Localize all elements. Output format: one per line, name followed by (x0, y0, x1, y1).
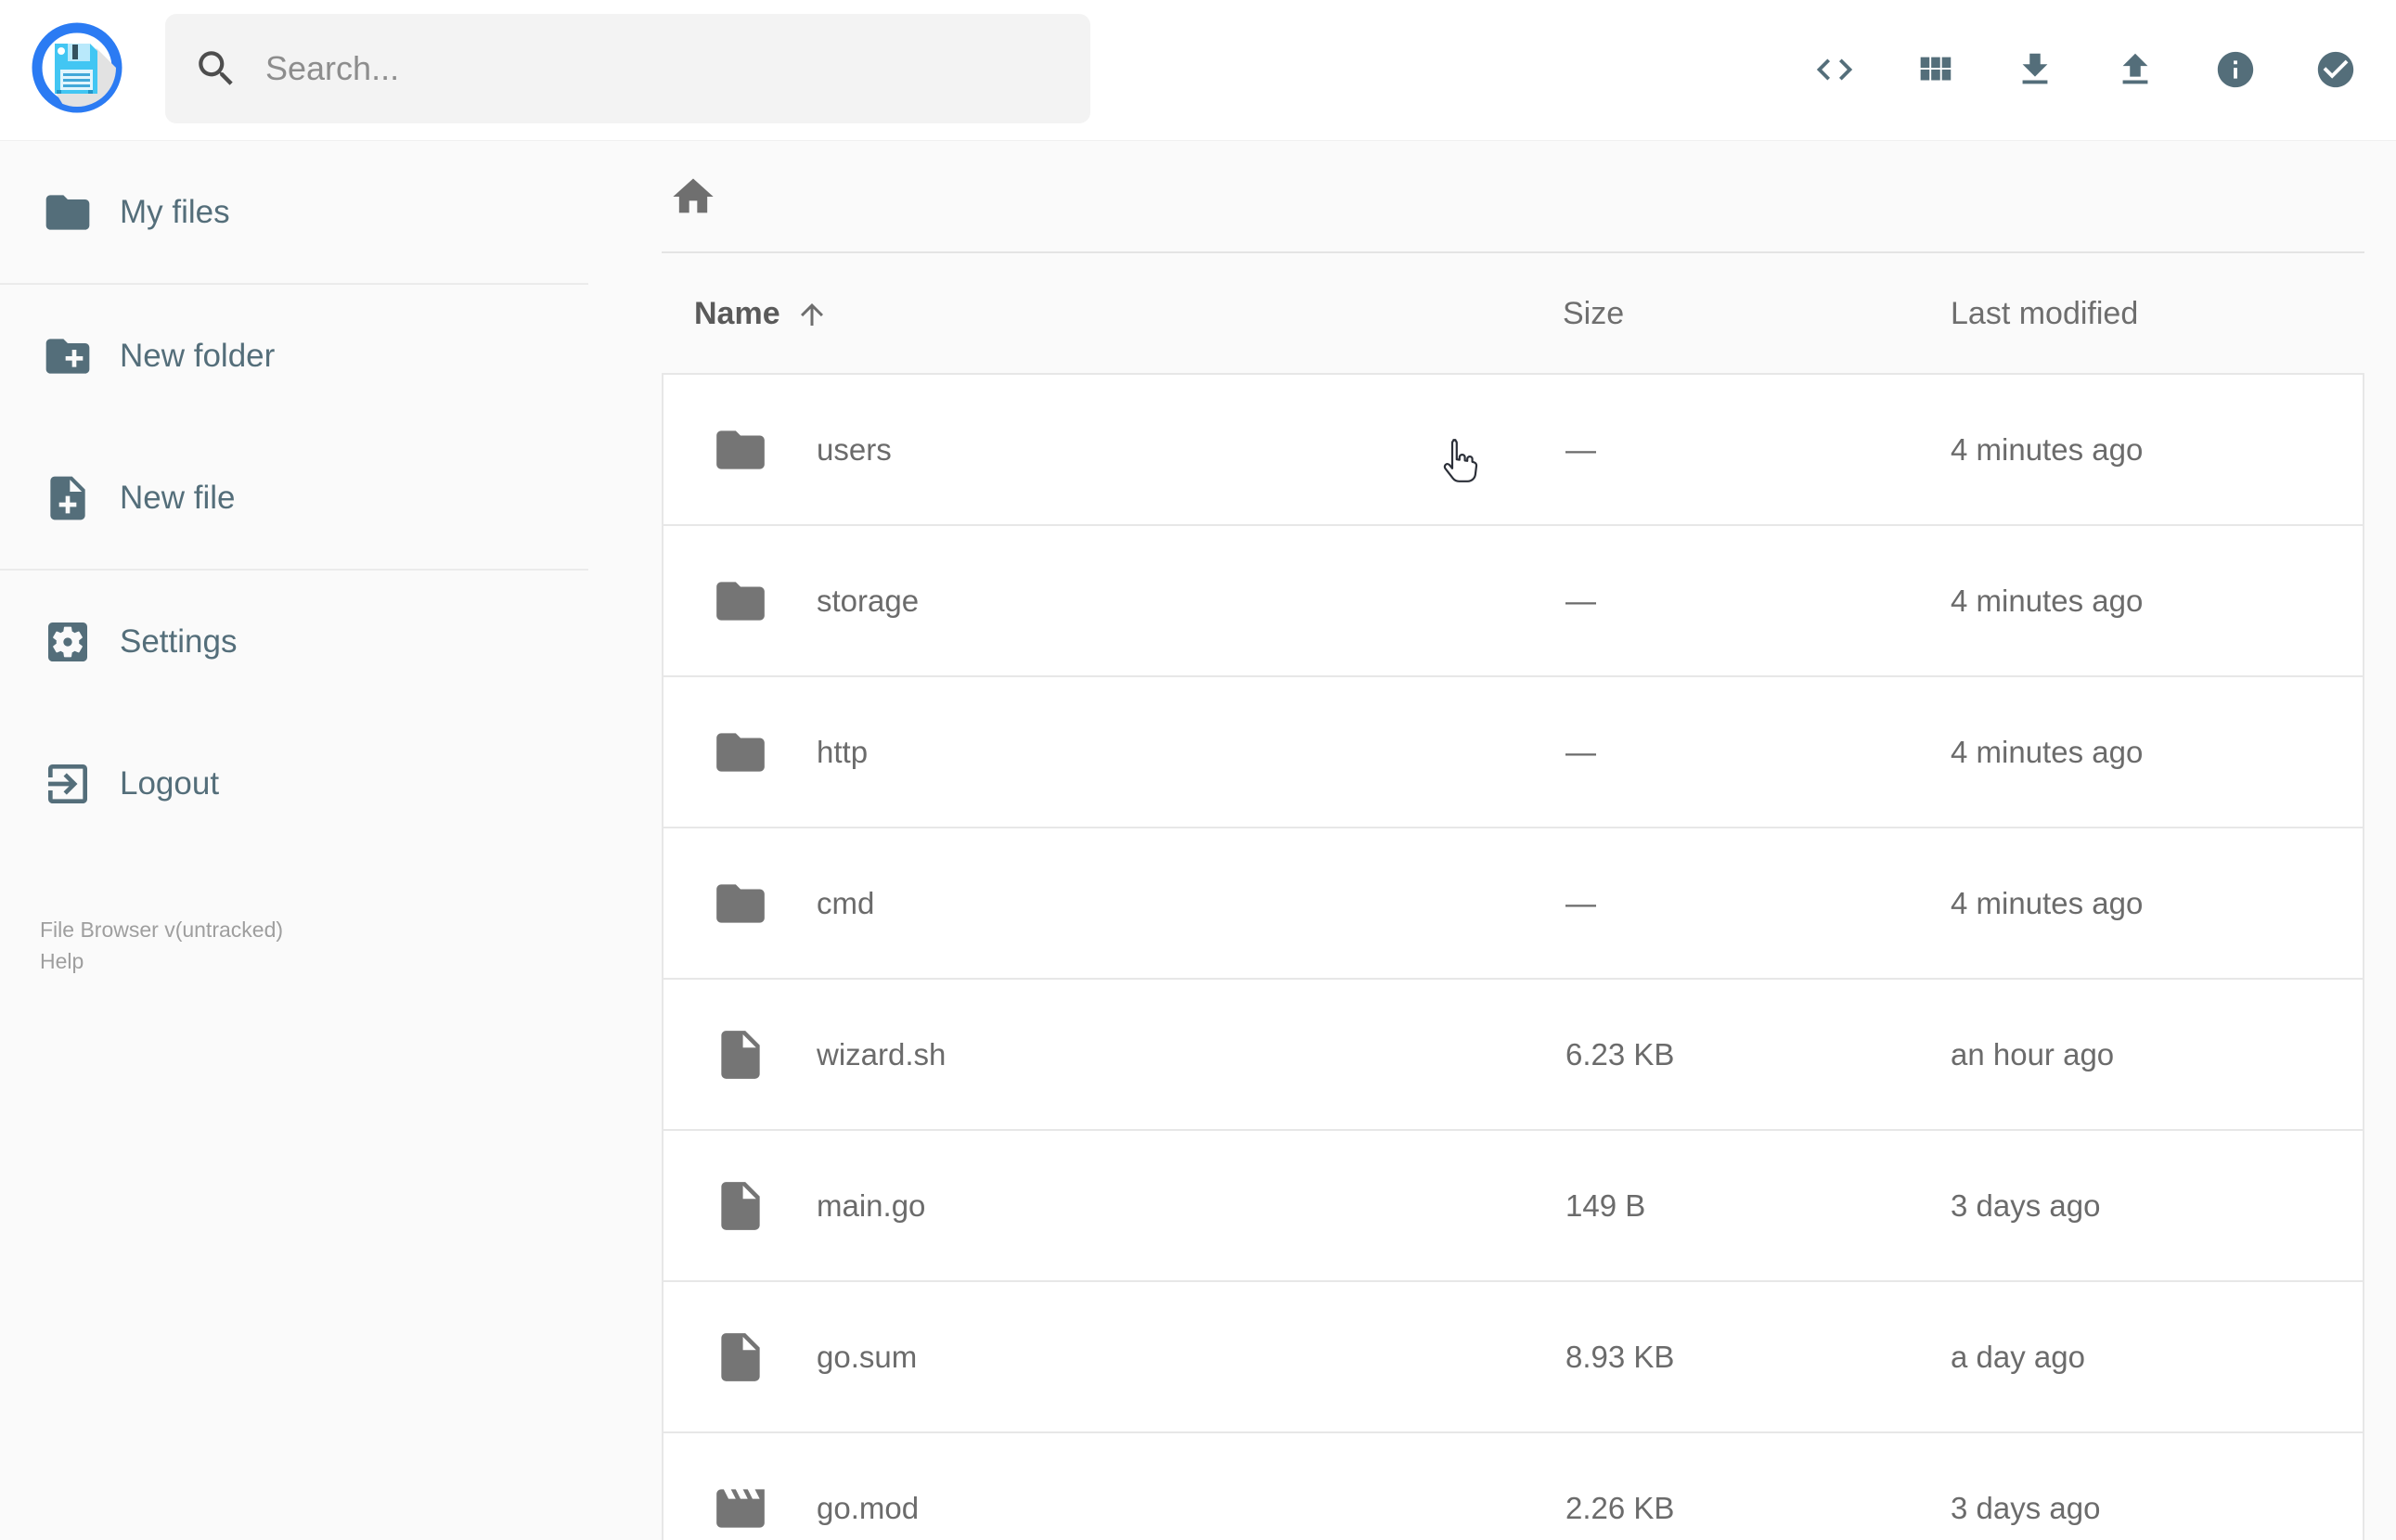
topbar-actions (1813, 48, 2357, 91)
table-row[interactable]: wizard.sh 6.23 KB an hour ago (662, 978, 2364, 1131)
grid-view-icon (1913, 48, 1956, 91)
app-logo (32, 22, 122, 113)
sidebar-item-label: My files (120, 193, 230, 230)
file-rows: users — 4 minutes ago storage — 4 minute… (662, 373, 2364, 1540)
select-icon (2314, 48, 2357, 91)
download-icon (2014, 48, 2056, 91)
file-name: main.go (817, 1187, 926, 1223)
upload-icon (2114, 48, 2157, 91)
sidebar-item-label: Settings (120, 622, 238, 660)
folder-icon (712, 724, 769, 781)
top-bar (0, 0, 2396, 141)
sidebar-item-label: Logout (120, 764, 220, 802)
file-name: go.mod (817, 1490, 920, 1525)
file-size: — (1565, 431, 1596, 467)
select-multiple-button[interactable] (2314, 48, 2357, 91)
home-icon (669, 173, 717, 221)
new-folder-icon (42, 330, 94, 382)
file-modified: 4 minutes ago (1951, 734, 2144, 769)
home-button[interactable] (669, 173, 717, 221)
file-name: http (817, 734, 869, 769)
file-modified: 3 days ago (1951, 1490, 2101, 1525)
file-modified: an hour ago (1951, 1036, 2115, 1072)
info-icon (2214, 48, 2257, 91)
file-size: 8.93 KB (1565, 1339, 1675, 1374)
view-mode-button[interactable] (1913, 48, 1956, 91)
code-icon (1813, 48, 1856, 91)
version-text: File Browser v(untracked) (40, 918, 284, 942)
sidebar-item-label: New folder (120, 337, 276, 374)
file-size: 2.26 KB (1565, 1490, 1675, 1525)
shell-toggle-button[interactable] (1813, 48, 1856, 91)
file-listing: Name Size Last modified users — 4 minute… (662, 141, 2364, 1540)
folder-icon (712, 875, 769, 932)
sort-ascending-icon (795, 298, 829, 331)
file-name: go.sum (817, 1339, 918, 1374)
sidebar-item-logout[interactable]: Logout (0, 712, 588, 854)
file-modified: a day ago (1951, 1339, 2085, 1374)
logout-icon (42, 758, 94, 810)
file-modified: 4 minutes ago (1951, 431, 2144, 467)
file-icon (712, 1328, 769, 1386)
table-row[interactable]: storage — 4 minutes ago (662, 524, 2364, 677)
search-input[interactable] (264, 48, 1043, 89)
search-bar[interactable] (165, 14, 1090, 123)
file-name: cmd (817, 885, 875, 920)
column-header-name[interactable]: Name (694, 253, 829, 375)
table-row[interactable]: go.sum 8.93 KB a day ago (662, 1280, 2364, 1433)
listing-header: Name Size Last modified (662, 253, 2364, 375)
info-button[interactable] (2214, 48, 2257, 91)
table-row[interactable]: users — 4 minutes ago (662, 373, 2364, 526)
column-header-last-modified[interactable]: Last modified (1951, 253, 2138, 375)
settings-icon (42, 616, 94, 668)
search-icon (193, 45, 239, 92)
table-row[interactable]: http — 4 minutes ago (662, 675, 2364, 828)
help-link[interactable]: Help (40, 945, 560, 977)
file-icon (712, 1177, 769, 1235)
file-size: 149 B (1565, 1187, 1646, 1223)
column-header-size[interactable]: Size (1563, 253, 1624, 375)
file-modified: 4 minutes ago (1951, 583, 2144, 618)
sidebar-item-my-files[interactable]: My files (0, 141, 588, 283)
table-row[interactable]: cmd — 4 minutes ago (662, 827, 2364, 980)
table-row[interactable]: go.mod 2.26 KB 3 days ago (662, 1431, 2364, 1540)
file-size: 6.23 KB (1565, 1036, 1675, 1072)
file-size: — (1565, 734, 1596, 769)
sidebar-item-label: New file (120, 479, 236, 516)
file-modified: 3 days ago (1951, 1187, 2101, 1223)
file-modified: 4 minutes ago (1951, 885, 2144, 920)
file-name: wizard.sh (817, 1036, 947, 1072)
folder-icon (712, 572, 769, 630)
file-icon (712, 1026, 769, 1084)
sidebar-item-new-file[interactable]: New file (0, 427, 588, 569)
folder-icon (42, 186, 94, 238)
breadcrumb (662, 141, 2364, 253)
sidebar: My files New folder New file Settings Lo… (0, 141, 588, 973)
new-file-icon (42, 472, 94, 524)
sidebar-item-new-folder[interactable]: New folder (0, 285, 588, 427)
download-button[interactable] (2014, 48, 2056, 91)
file-size: — (1565, 885, 1596, 920)
upload-button[interactable] (2114, 48, 2157, 91)
table-row[interactable]: main.go 149 B 3 days ago (662, 1129, 2364, 1282)
movie-icon (712, 1480, 769, 1537)
folder-icon (712, 421, 769, 479)
file-size: — (1565, 583, 1596, 618)
sidebar-item-settings[interactable]: Settings (0, 571, 588, 712)
sidebar-footer: File Browser v(untracked) Help (40, 914, 560, 977)
file-name: storage (817, 583, 920, 618)
file-name: users (817, 431, 892, 467)
